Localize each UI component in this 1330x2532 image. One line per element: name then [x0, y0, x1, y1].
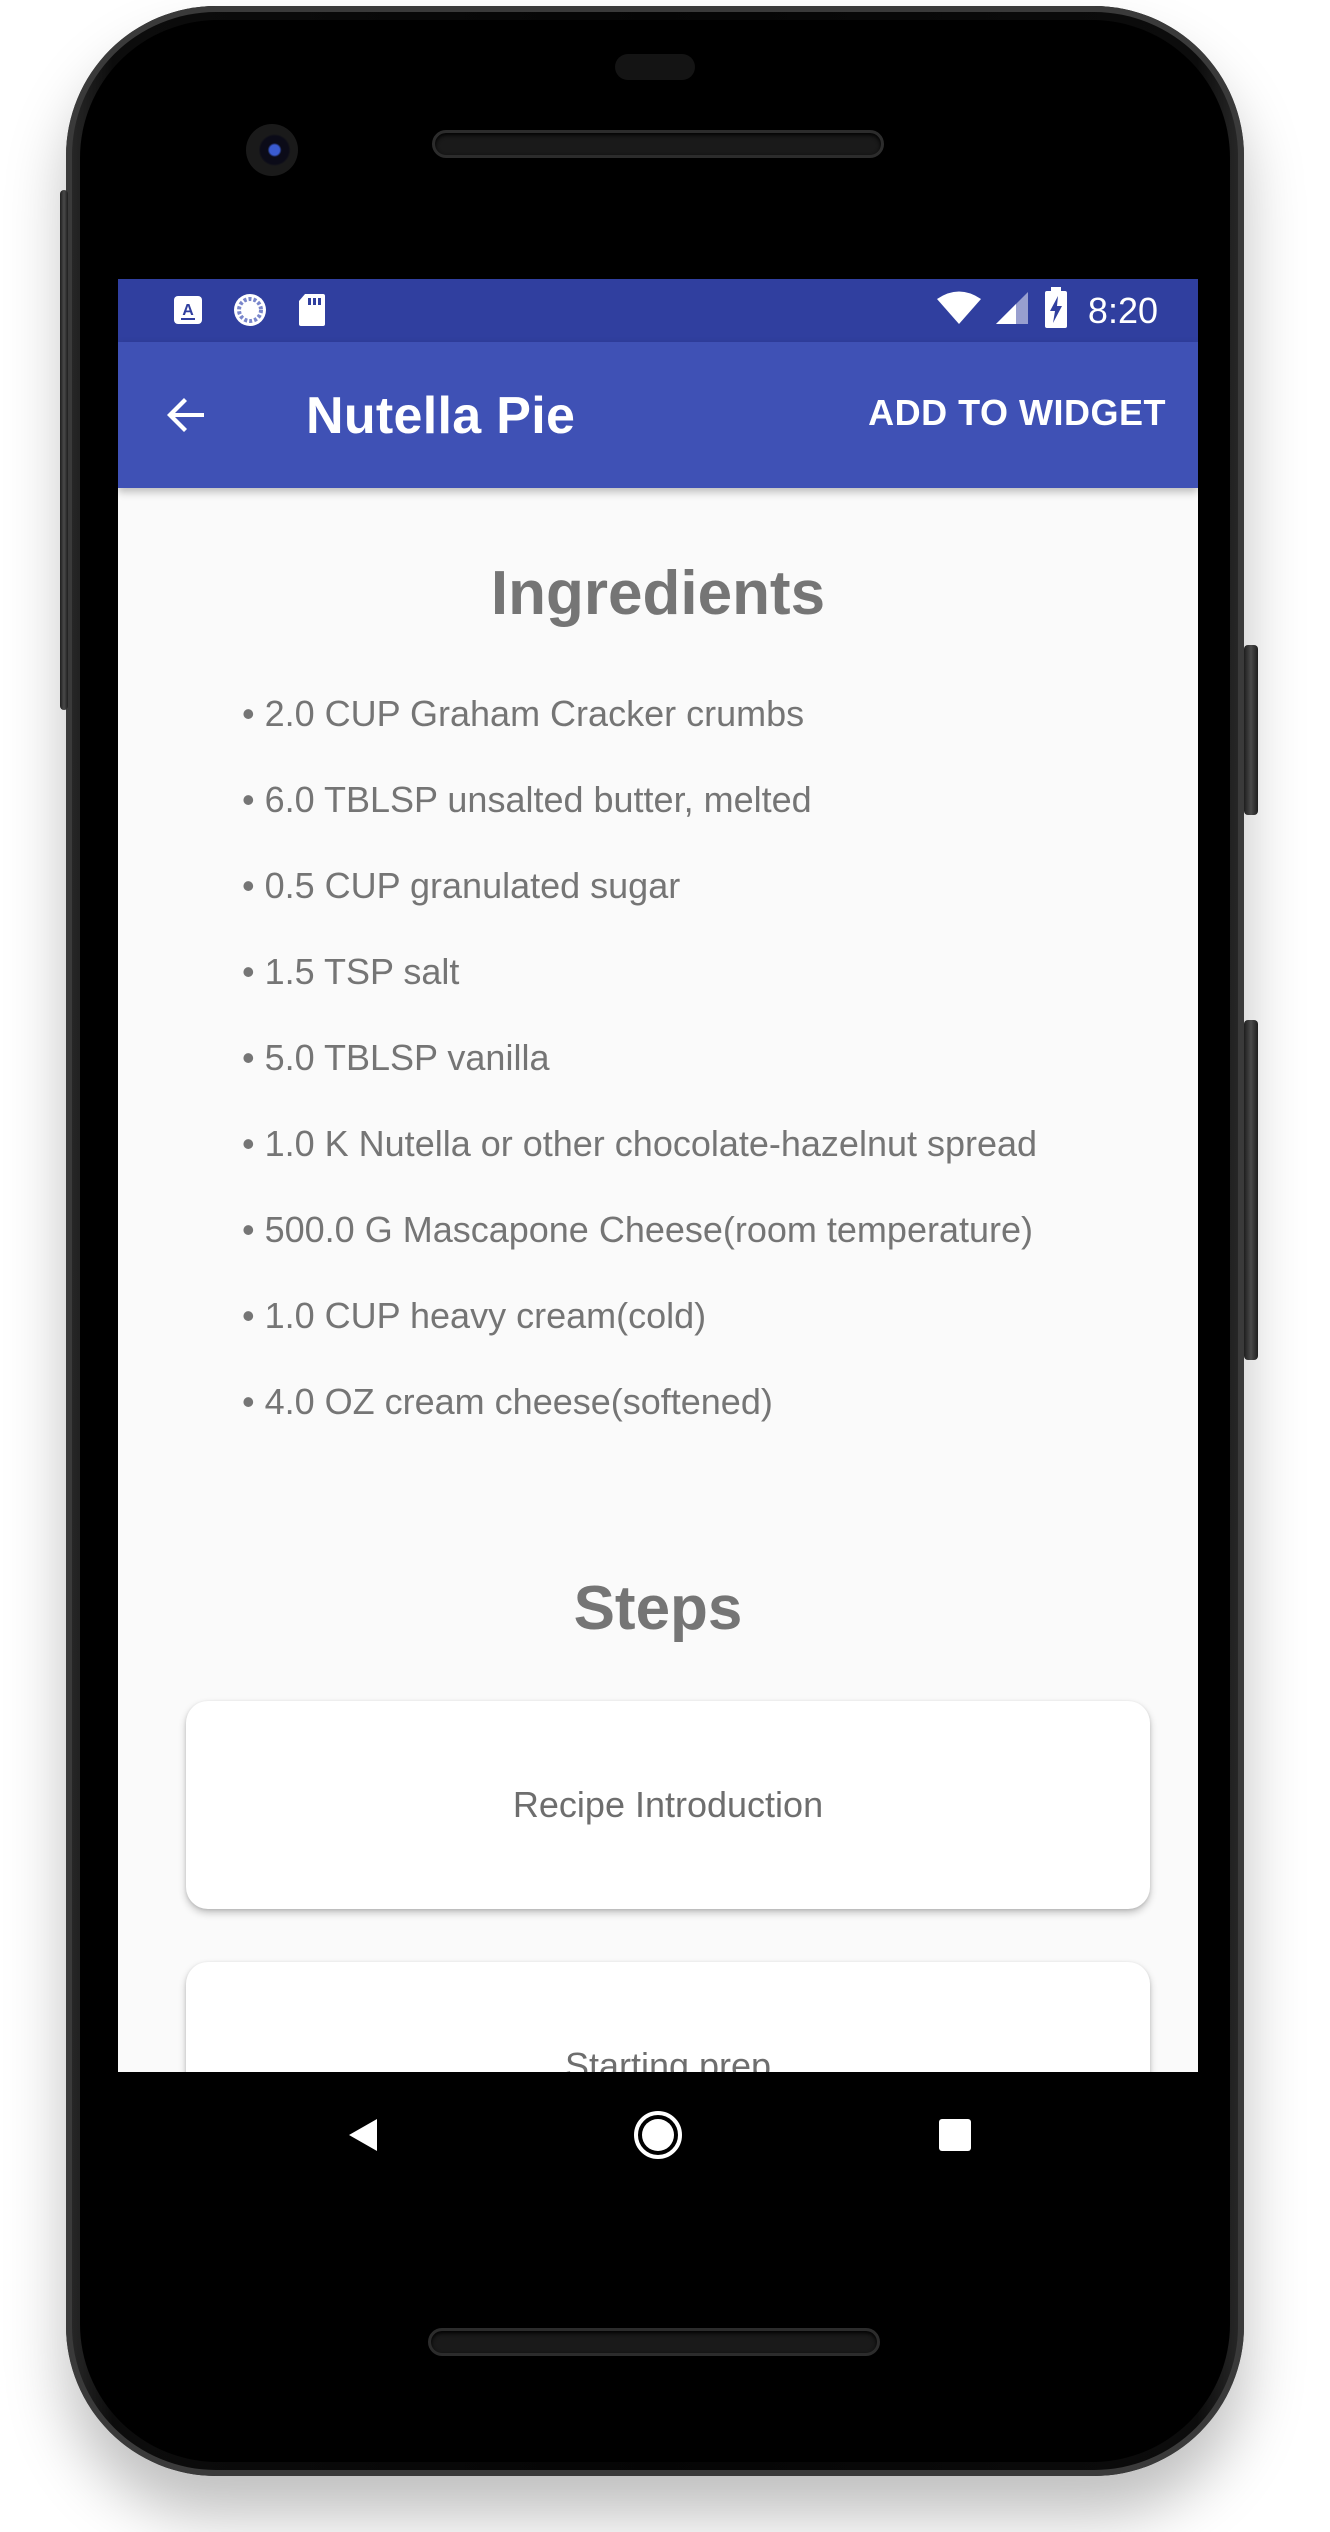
ingredient-item: • 4.0 OZ cream cheese(softened) [242, 1381, 773, 1422]
keyboard-a-icon: A [170, 292, 206, 328]
ingredient-item: • 1.0 CUP heavy cream(cold) [242, 1295, 707, 1336]
arrow-back-icon [167, 398, 204, 432]
steps-heading: Steps [573, 1574, 743, 1643]
step-card[interactable]: Starting prep [186, 1962, 1150, 2072]
sync-circle-icon [232, 292, 268, 328]
back-triangle-icon [349, 2119, 377, 2151]
front-camera [246, 124, 298, 176]
ingredient-item: • 1.0 K Nutella or other chocolate-hazel… [242, 1123, 1038, 1164]
step-label: Recipe Introduction [512, 1784, 824, 1825]
left-edge-button [60, 190, 68, 710]
ingredient-item: • 500.0 G Mascapone Cheese(room temperat… [242, 1209, 1033, 1250]
cell-signal-icon [995, 290, 1030, 331]
status-right-icons: 8:20 [936, 287, 1158, 334]
proximity-sensor [615, 54, 695, 80]
step-card[interactable]: Recipe Introduction [186, 1701, 1150, 1909]
status-left-icons: A [170, 292, 330, 328]
volume-button [1244, 1020, 1258, 1360]
ingredient-item: • 6.0 TBLSP unsalted butter, melted [242, 779, 812, 820]
home-circle-icon [634, 2111, 682, 2159]
ingredients-list: • 2.0 CUP Graham Cracker crumbs • 6.0 TB… [242, 693, 1037, 1467]
page-title: Nutella Pie [306, 387, 576, 445]
app-bar: Nutella Pie ADD TO WIDGET [118, 342, 1198, 488]
ingredients-heading: Ingredients [490, 559, 826, 628]
step-label: Starting prep [564, 2045, 772, 2072]
earpiece-speaker [432, 130, 884, 158]
ingredient-item: • 5.0 TBLSP vanilla [242, 1037, 550, 1078]
power-button [1244, 645, 1258, 815]
ingredient-item: • 2.0 CUP Graham Cracker crumbs [242, 693, 805, 734]
recipe-content[interactable]: Ingredients • 2.0 CUP Graham Cracker cru… [118, 488, 1198, 2072]
bottom-speaker [428, 2328, 880, 2356]
screen: A 8:20 Nutella Pie ADD TO WIDGET Ingredi… [118, 279, 1198, 2072]
device-frame: A 8:20 Nutella Pie ADD TO WIDGET Ingredi… [0, 0, 1330, 2532]
navigation-bar [118, 2072, 1198, 2198]
nav-home-button[interactable] [625, 2102, 691, 2168]
nav-back-button[interactable] [330, 2102, 396, 2168]
back-button[interactable] [158, 387, 214, 443]
svg-text:A: A [182, 302, 194, 319]
ingredient-item: • 0.5 CUP granulated sugar [242, 865, 681, 906]
status-bar: A 8:20 [118, 279, 1198, 342]
wifi-icon [936, 290, 982, 331]
recents-square-icon [939, 2119, 971, 2151]
battery-charging-icon [1044, 287, 1068, 334]
status-time: 8:20 [1087, 289, 1158, 331]
ingredient-item: • 1.5 TSP salt [242, 951, 460, 992]
sd-card-icon [294, 292, 330, 328]
nav-recents-button[interactable] [922, 2102, 988, 2168]
add-to-widget-button[interactable]: ADD TO WIDGET [868, 392, 1166, 434]
